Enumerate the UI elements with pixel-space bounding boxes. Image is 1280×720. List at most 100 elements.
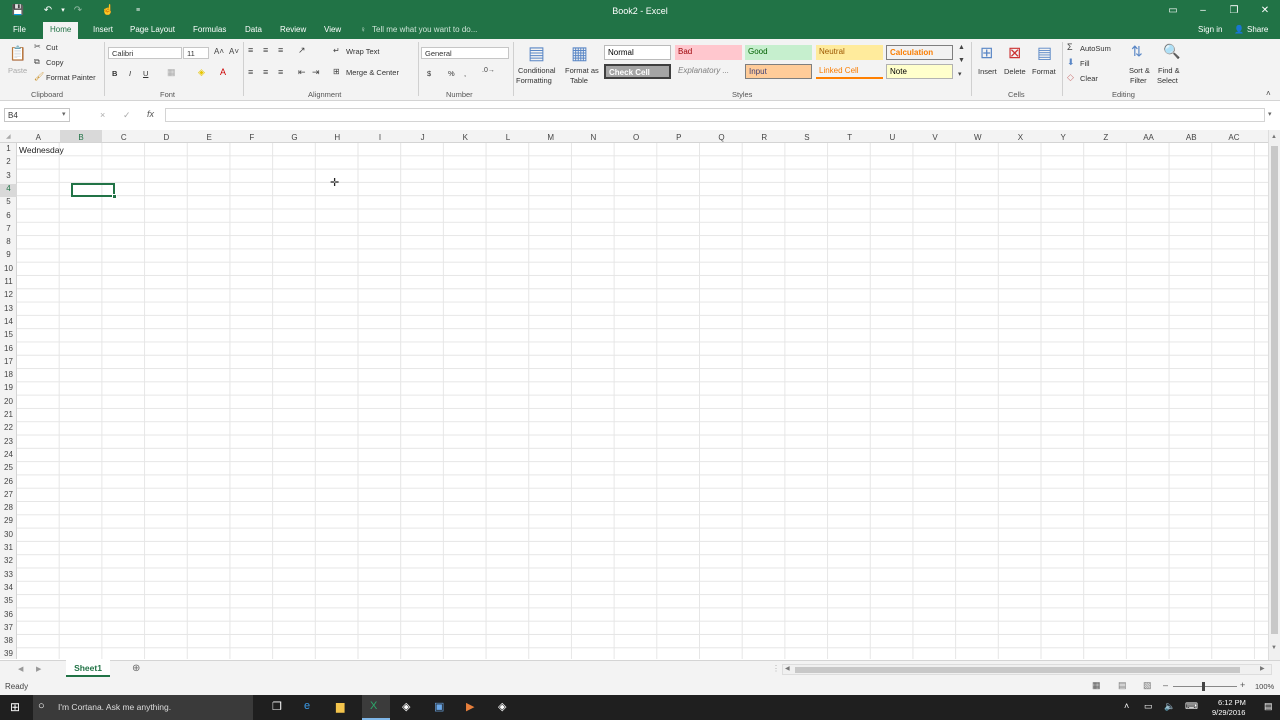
column-header[interactable]: H	[316, 133, 359, 142]
middle-align-icon[interactable]: ≡	[263, 45, 268, 55]
format-as-table-line2[interactable]: Table	[570, 76, 588, 85]
horizontal-scroll-thumb[interactable]	[795, 667, 1240, 673]
paste-button[interactable]: Paste	[8, 66, 27, 75]
tab-review[interactable]: Review	[280, 25, 306, 34]
row-header[interactable]: 17	[0, 357, 17, 370]
normal-view-icon[interactable]: ▦	[1092, 680, 1101, 691]
insert-cells-button[interactable]: Insert	[978, 67, 997, 76]
row-header[interactable]: 2	[0, 157, 17, 170]
column-header[interactable]: D	[145, 133, 188, 142]
decrease-font-icon[interactable]: A˅	[229, 47, 239, 56]
paste-icon[interactable]: 📋	[9, 45, 26, 62]
row-header[interactable]: 16	[0, 344, 17, 357]
file-explorer-icon[interactable]: ▆	[336, 700, 344, 713]
new-sheet-icon[interactable]: ⊕	[132, 663, 140, 674]
find-select-line1[interactable]: Find &	[1158, 66, 1180, 75]
vertical-scroll-thumb[interactable]	[1271, 146, 1278, 634]
zoom-out-icon[interactable]: –	[1163, 680, 1168, 690]
column-header[interactable]: A	[17, 133, 60, 142]
style-bad[interactable]: Bad	[675, 45, 742, 60]
vertical-scrollbar[interactable]: ▲ ▼	[1268, 130, 1280, 660]
column-header[interactable]: U	[871, 133, 914, 142]
style-normal[interactable]: Normal	[604, 45, 671, 60]
format-painter-button[interactable]: Format Painter	[46, 73, 96, 82]
styles-scroll-up-icon[interactable]: ▲	[958, 44, 965, 51]
column-header[interactable]: AB	[1170, 133, 1213, 142]
orientation-icon[interactable]: ↗	[298, 45, 306, 56]
styles-scroll-down-icon[interactable]: ▼	[958, 57, 965, 64]
column-header[interactable]: Z	[1085, 133, 1128, 142]
number-format-box[interactable]: General	[421, 47, 509, 59]
font-color-icon[interactable]: A	[220, 67, 226, 77]
column-header[interactable]: C	[102, 133, 145, 142]
wrap-text-button[interactable]: Wrap Text	[346, 47, 380, 56]
style-neutral[interactable]: Neutral	[816, 45, 883, 60]
column-header[interactable]: J	[401, 133, 444, 142]
clear-button[interactable]: Clear	[1080, 74, 1098, 83]
conditional-formatting-line1[interactable]: Conditional	[518, 66, 556, 75]
select-all-icon[interactable]: ◢	[6, 133, 11, 140]
column-header[interactable]: AA	[1127, 133, 1170, 142]
column-header[interactable]: F	[231, 133, 274, 142]
italic-button[interactable]: I	[129, 69, 131, 78]
sign-in-link[interactable]: Sign in	[1198, 25, 1222, 34]
confirm-entry-icon[interactable]: ✓	[123, 110, 131, 121]
split-handle-icon[interactable]: ⋮	[772, 664, 780, 673]
tab-home[interactable]: Home	[43, 22, 79, 39]
font-name-box[interactable]: Calibri	[108, 47, 182, 59]
excel-taskbar-button[interactable]: X	[362, 695, 390, 720]
clock-time[interactable]: 6:12 PM	[1218, 698, 1246, 707]
underline-button[interactable]: U	[143, 69, 148, 78]
task-view-icon[interactable]: ❐	[272, 700, 282, 713]
column-header[interactable]: V	[914, 133, 957, 142]
row-header[interactable]: 20	[0, 397, 17, 410]
row-header[interactable]: 23	[0, 437, 17, 450]
row-header[interactable]: 1	[0, 144, 17, 157]
zoom-slider-thumb[interactable]	[1202, 682, 1205, 691]
column-header[interactable]: O	[615, 133, 658, 142]
insert-function-icon[interactable]: fx	[147, 109, 154, 119]
fill-handle[interactable]	[112, 194, 117, 199]
increase-indent-icon[interactable]: ⇥	[312, 67, 320, 78]
row-header[interactable]: 31	[0, 543, 17, 556]
copy-button[interactable]: Copy	[46, 58, 64, 67]
borders-icon[interactable]: ▦	[167, 67, 176, 78]
conditional-formatting-line2[interactable]: Formatting	[516, 76, 552, 85]
row-header[interactable]: 21	[0, 410, 17, 423]
fill-color-icon[interactable]: ◈	[198, 67, 205, 78]
page-break-view-icon[interactable]: ▧	[1143, 680, 1152, 691]
name-box-dropdown-icon[interactable]: ▾	[62, 110, 66, 118]
row-header[interactable]: 8	[0, 237, 17, 250]
bold-button[interactable]: B	[112, 69, 117, 78]
style-linked-cell[interactable]: Linked Cell	[816, 64, 883, 79]
column-header[interactable]: I	[359, 133, 402, 142]
font-size-box[interactable]: 11	[183, 47, 209, 59]
row-header[interactable]: 6	[0, 211, 17, 224]
sort-filter-line2[interactable]: Filter	[1130, 76, 1147, 85]
action-center-icon[interactable]: ▤	[1264, 701, 1273, 712]
align-right-icon[interactable]: ≡	[278, 67, 283, 77]
scroll-left-icon[interactable]: ◀	[785, 665, 790, 672]
row-header[interactable]: 14	[0, 317, 17, 330]
page-layout-view-icon[interactable]: ▤	[1118, 680, 1127, 691]
keyboard-icon[interactable]: ⌨	[1185, 701, 1198, 712]
column-header[interactable]: X	[999, 133, 1042, 142]
selected-cell-b4[interactable]	[71, 183, 115, 197]
row-header[interactable]: 12	[0, 290, 17, 303]
style-explanatory[interactable]: Explanatory ...	[675, 64, 742, 79]
column-header[interactable]: K	[444, 133, 487, 142]
currency-button[interactable]: $	[427, 69, 431, 78]
bottom-align-icon[interactable]: ≡	[278, 45, 283, 55]
zoom-slider[interactable]	[1173, 686, 1237, 687]
comma-button[interactable]: ,	[464, 69, 466, 78]
row-header[interactable]: 38	[0, 636, 17, 649]
increase-decimal-icon[interactable]: .0→	[482, 67, 495, 74]
top-align-icon[interactable]: ≡	[248, 45, 253, 55]
fill-button[interactable]: Fill	[1080, 59, 1090, 68]
scroll-right-icon[interactable]: ▶	[1260, 665, 1265, 672]
autosum-button[interactable]: AutoSum	[1080, 44, 1111, 53]
scroll-down-icon[interactable]: ▼	[1271, 645, 1277, 651]
row-header[interactable]: 19	[0, 383, 17, 396]
sheet-tab-sheet1[interactable]: Sheet1	[66, 660, 110, 677]
tab-data[interactable]: Data	[245, 25, 262, 34]
